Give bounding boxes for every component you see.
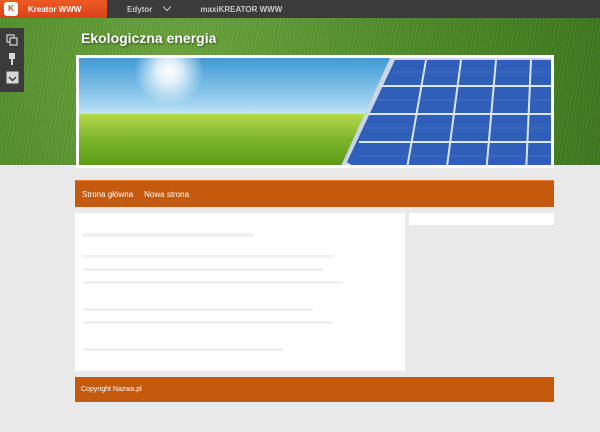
menu-editor[interactable]: Edytor [127,2,172,14]
editor-tools-panel [0,28,24,92]
chevron-down-icon [163,2,172,12]
menu-maxikreator-label: maxiKREATOR WWW [200,4,283,14]
copy-pages-icon[interactable] [5,32,20,47]
editor-toolbar: K Kreator WWW Edytor maxiKREATOR WWW [0,0,600,18]
kreator-logo-icon: K [4,2,18,16]
image-icon[interactable] [5,70,20,85]
content-placeholder-line [83,233,253,237]
site-title[interactable]: Ekologiczna energia [81,30,216,46]
content-placeholder-line [83,348,283,351]
paint-brush-icon[interactable] [5,51,20,66]
main-content[interactable] [75,213,405,371]
content-placeholder-line [83,255,333,258]
nav-new-page[interactable]: Nowa strona [144,190,189,199]
content-placeholder-line [83,308,313,311]
sidebar[interactable] [409,213,554,225]
solar-panels-image [341,58,551,165]
content-placeholder-line [83,268,323,271]
menu-maxikreator[interactable]: maxiKREATOR WWW [200,5,282,14]
header-banner-image[interactable] [76,55,554,168]
footer-copyright[interactable]: Copyright Nazwa.pl [81,386,142,393]
brand-label: Kreator WWW [28,4,82,14]
content-placeholder-line [83,281,343,284]
site-navigation: Strona główna Nowa strona [75,180,554,207]
site-footer: Copyright Nazwa.pl [75,377,554,402]
nav-home[interactable]: Strona główna [82,190,133,199]
content-placeholder-line [83,321,333,324]
menu-editor-label: Edytor [127,4,153,14]
brand-button[interactable]: K Kreator WWW [0,0,107,18]
